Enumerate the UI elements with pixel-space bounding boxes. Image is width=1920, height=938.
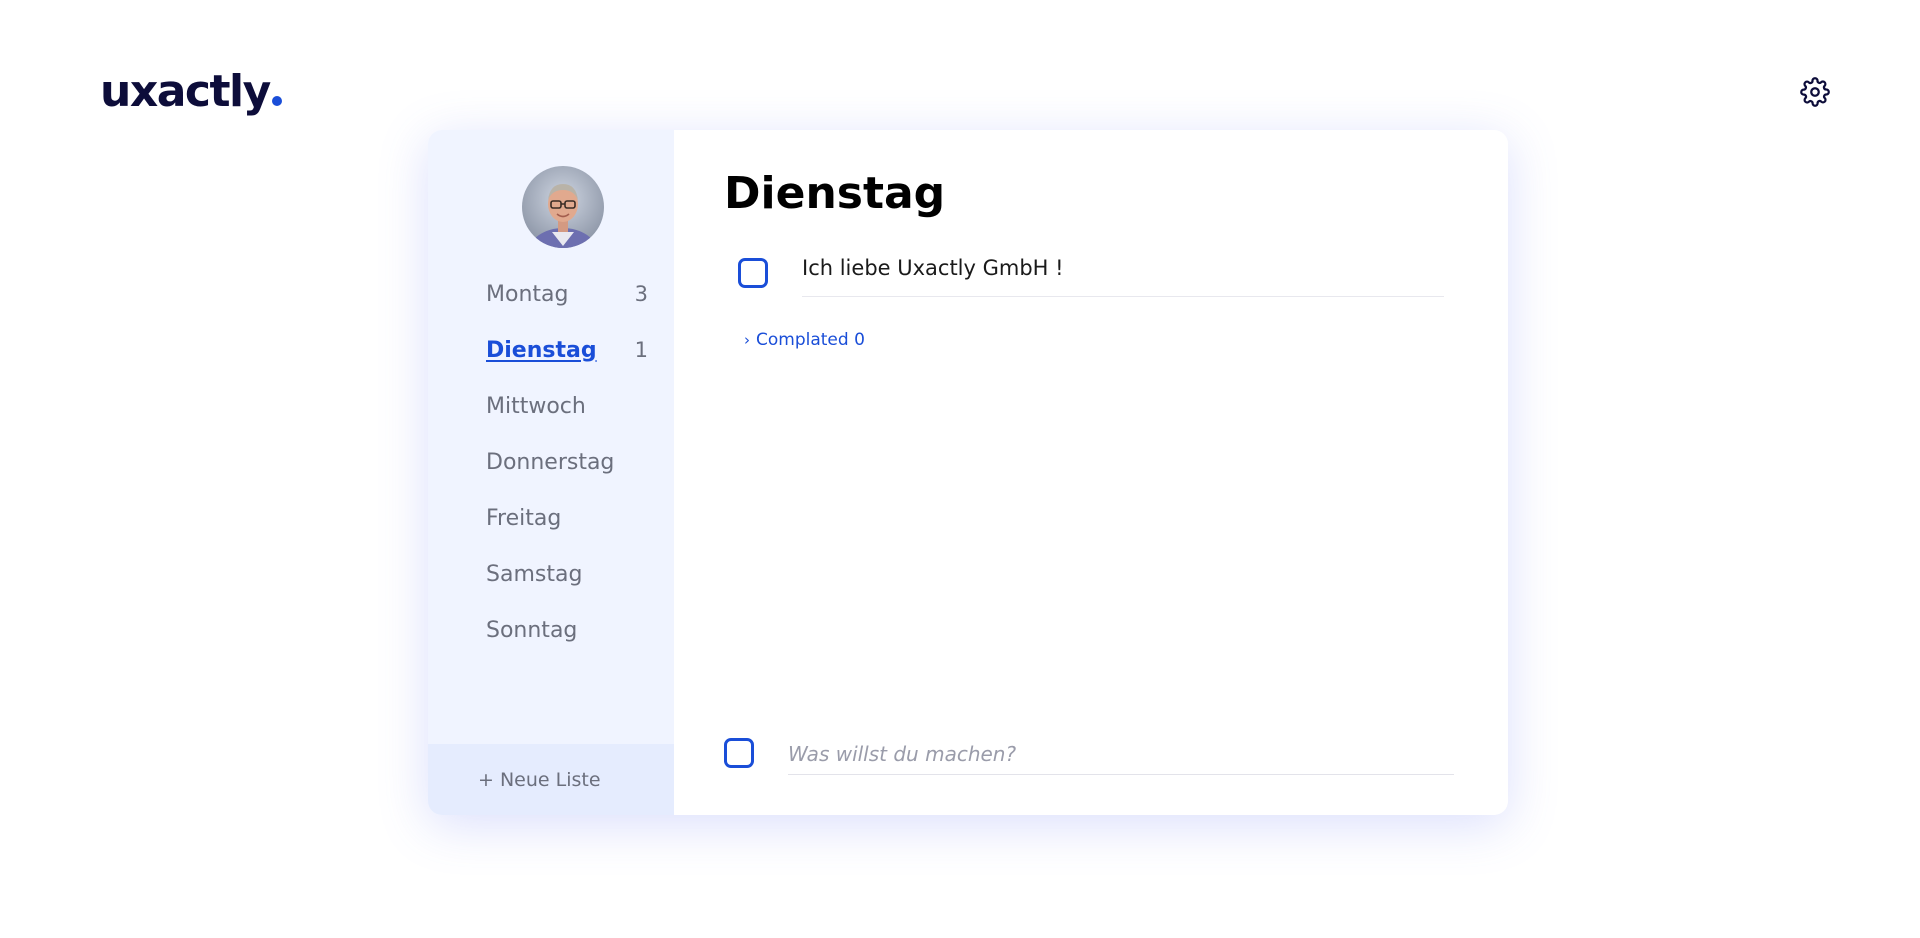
avatar[interactable] bbox=[522, 166, 604, 248]
day-list: Montag 3 Dienstag 1 Mittwoch Donnerstag … bbox=[428, 266, 674, 658]
task-divider bbox=[802, 296, 1444, 297]
task-checkbox[interactable] bbox=[738, 258, 768, 288]
sidebar-item-label: Dienstag bbox=[486, 337, 597, 363]
new-task-checkbox[interactable] bbox=[724, 738, 754, 768]
new-task-input[interactable] bbox=[788, 734, 1454, 775]
todo-card: Montag 3 Dienstag 1 Mittwoch Donnerstag … bbox=[428, 130, 1508, 815]
sidebar-item-label: Montag bbox=[486, 281, 569, 307]
page-title: Dienstag bbox=[724, 168, 946, 219]
sidebar-item-mittwoch[interactable]: Mittwoch bbox=[428, 378, 674, 434]
logo-dot bbox=[271, 96, 282, 106]
settings-button[interactable] bbox=[1800, 77, 1830, 107]
sidebar-item-label: Samstag bbox=[486, 561, 583, 587]
new-list-label: + Neue Liste bbox=[478, 768, 601, 791]
chevron-right-icon: › bbox=[744, 331, 750, 349]
gear-icon bbox=[1800, 77, 1830, 107]
sidebar-item-sonntag[interactable]: Sonntag bbox=[428, 602, 674, 658]
sidebar-item-label: Donnerstag bbox=[486, 449, 615, 475]
logo-text: uxactly bbox=[100, 66, 271, 117]
logo: uxactly bbox=[100, 70, 282, 114]
sidebar-item-dienstag[interactable]: Dienstag 1 bbox=[428, 322, 674, 378]
sidebar-item-label: Sonntag bbox=[486, 617, 578, 643]
sidebar-item-label: Mittwoch bbox=[486, 393, 586, 419]
new-list-button[interactable]: + Neue Liste bbox=[428, 744, 674, 815]
completed-toggle[interactable]: › Complated 0 bbox=[744, 330, 865, 350]
sidebar: Montag 3 Dienstag 1 Mittwoch Donnerstag … bbox=[428, 130, 674, 815]
sidebar-item-label: Freitag bbox=[486, 505, 562, 531]
completed-label: Complated 0 bbox=[756, 330, 865, 350]
user-avatar-icon bbox=[522, 166, 604, 248]
sidebar-item-montag[interactable]: Montag 3 bbox=[428, 266, 674, 322]
sidebar-item-donnerstag[interactable]: Donnerstag bbox=[428, 434, 674, 490]
sidebar-item-freitag[interactable]: Freitag bbox=[428, 490, 674, 546]
sidebar-item-samstag[interactable]: Samstag bbox=[428, 546, 674, 602]
sidebar-item-count: 1 bbox=[634, 338, 648, 362]
task-text[interactable]: Ich liebe Uxactly GmbH ! bbox=[802, 256, 1064, 280]
task-panel: Dienstag Ich liebe Uxactly GmbH ! › Comp… bbox=[674, 130, 1508, 815]
sidebar-item-count: 3 bbox=[634, 282, 648, 306]
